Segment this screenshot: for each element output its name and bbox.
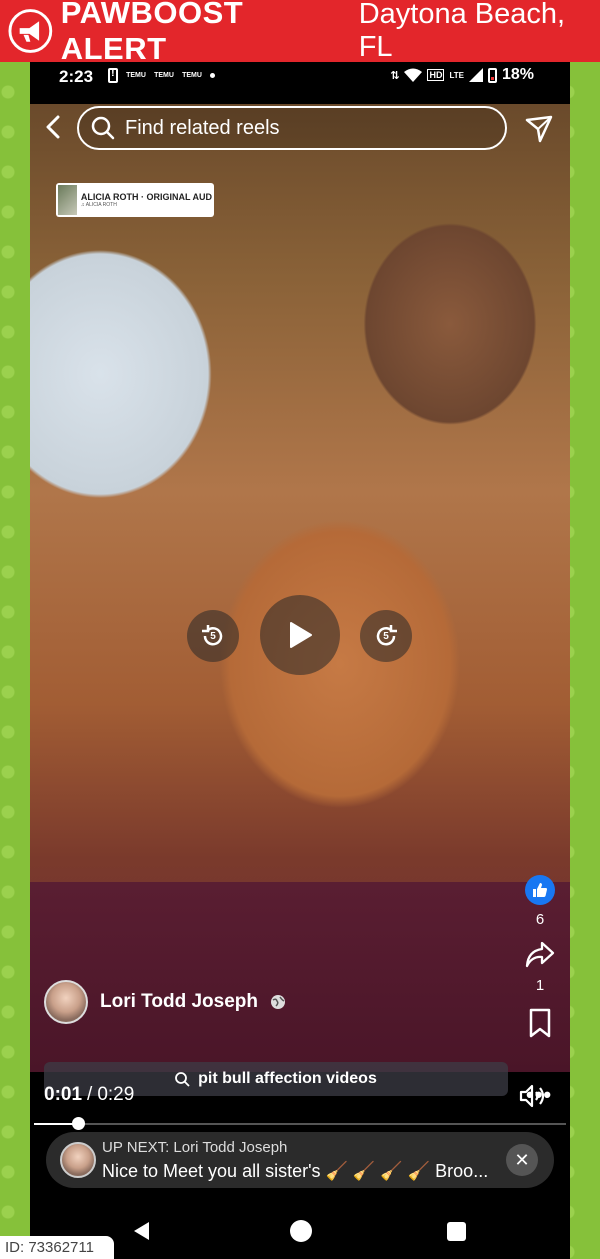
total-time: 0:29: [97, 1084, 135, 1105]
status-bar: 2:23 TEMU TEMU TEMU ⇅ HD LTE 18%: [30, 62, 570, 92]
nav-home-icon[interactable]: [290, 1220, 312, 1242]
progress-scrubber[interactable]: [72, 1117, 85, 1130]
current-time: 0:01: [44, 1084, 83, 1105]
alert-title: PAWBOOST ALERT: [60, 0, 244, 66]
thumbs-up-icon: [533, 883, 547, 897]
find-related-reels-search[interactable]: Find related reels: [77, 106, 507, 150]
globe-icon: [270, 995, 285, 1009]
notification-icons: TEMU TEMU TEMU: [108, 67, 215, 83]
up-next-label: UP NEXT: Lori Todd Joseph: [102, 1139, 288, 1156]
original-audio-badge[interactable]: ALICIA ROTH · ORIGINAL AUD ♫ ALICIA ROTH: [56, 183, 214, 217]
up-next-avatar: [60, 1142, 96, 1178]
wifi-icon: [404, 68, 423, 82]
rewind-seconds: 5: [210, 630, 216, 642]
video-blanket-area: [30, 882, 570, 1072]
share-count: 1: [535, 977, 545, 994]
playback-time: 0:01 / 0:29: [44, 1084, 134, 1106]
search-placeholder: Find related reels: [125, 116, 280, 139]
hd-badge: HD: [427, 69, 445, 81]
author-avatar[interactable]: [44, 980, 88, 1024]
volume-icon[interactable]: [518, 1083, 548, 1109]
battery-percent: 18%: [501, 66, 534, 83]
progress-bar[interactable]: [34, 1117, 566, 1130]
nav-recents-icon[interactable]: [447, 1222, 466, 1241]
network-type: LTE: [449, 70, 464, 80]
search-icon: [91, 116, 115, 140]
rewind-5-button[interactable]: 5: [187, 610, 239, 662]
phone-screen: 2:23 TEMU TEMU TEMU ⇅ HD LTE 18%: [30, 62, 570, 1259]
like-button[interactable]: [525, 875, 555, 905]
forward-seconds: 5: [383, 630, 389, 642]
close-button[interactable]: ✕: [506, 1144, 538, 1176]
audio-thumbnail: [58, 185, 77, 215]
search-icon: [175, 1071, 190, 1087]
author-name[interactable]: Lori Todd Joseph: [100, 991, 258, 1013]
temu-notification-icon: TEMU: [126, 72, 146, 79]
audio-title: ALICIA ROTH · ORIGINAL AUD: [80, 192, 212, 202]
related-search-label: pit bull affection videos: [198, 1070, 377, 1087]
data-arrows-icon: ⇅: [390, 69, 400, 82]
up-next-card[interactable]: UP NEXT: Lori Todd Joseph Nice to Meet y…: [46, 1132, 554, 1188]
signal-icon: [468, 68, 483, 82]
play-button[interactable]: [260, 595, 340, 675]
author-info[interactable]: Lori Todd Joseph: [44, 980, 286, 1024]
send-icon[interactable]: [524, 114, 554, 144]
temu-notification-icon: TEMU: [154, 72, 174, 79]
more-notifications-icon: [210, 73, 215, 78]
alert-banner: PAWBOOST ALERT Daytona Beach, FL: [0, 0, 600, 66]
temu-notification-icon: TEMU: [182, 72, 202, 79]
reel-video[interactable]: Find related reels ALICIA ROTH · ORIGINA…: [30, 104, 570, 1107]
up-next-title: Nice to Meet you all sister's 🧹 🧹 🧹 🧹 Br…: [102, 1161, 489, 1181]
time-separator: /: [87, 1084, 93, 1105]
bookmark-icon[interactable]: [527, 1008, 553, 1038]
audio-subtitle: ♫ ALICIA ROTH: [80, 202, 117, 208]
alert-notification-icon: [108, 67, 118, 83]
alert-location: Daytona Beach, FL: [358, 0, 566, 63]
megaphone-icon: [8, 9, 53, 53]
status-right-icons: ⇅ HD LTE 18%: [390, 66, 534, 84]
back-arrow-icon[interactable]: [42, 114, 64, 140]
forward-5-button[interactable]: 5: [360, 610, 412, 662]
play-icon: [290, 622, 312, 648]
nav-back-icon[interactable]: [134, 1222, 149, 1240]
status-time: 2:23: [59, 67, 94, 86]
share-icon[interactable]: [524, 940, 556, 970]
like-count: 6: [535, 911, 545, 928]
alert-id-badge: ID: 73362711: [0, 1236, 114, 1259]
battery-icon: [487, 67, 497, 83]
reel-side-actions: 6 1: [516, 875, 564, 1043]
